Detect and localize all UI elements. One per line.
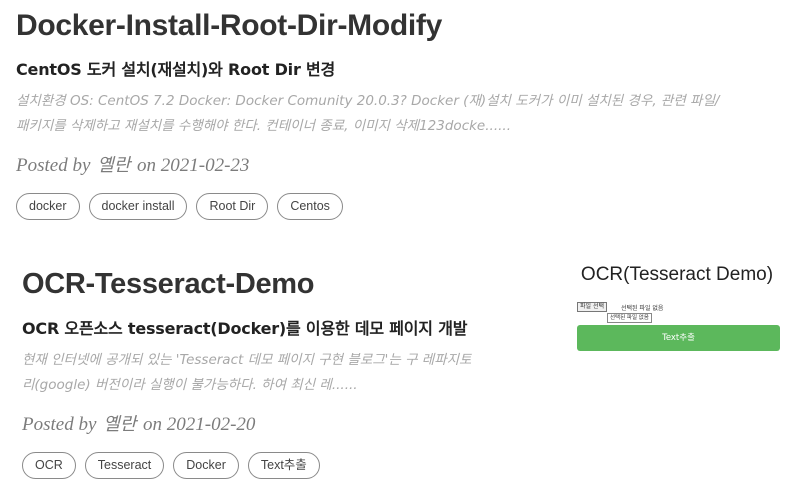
- tag-docker[interactable]: docker: [16, 193, 80, 220]
- on-label: on: [137, 155, 157, 176]
- post-title-link[interactable]: Docker-Install-Root-Dir-Modify: [16, 8, 796, 44]
- post-thumbnail[interactable]: OCR(Tesseract Demo) 파일 선택 선택된 파일 없음 선택된 …: [573, 262, 785, 357]
- post-title-link[interactable]: OCR-Tesseract-Demo: [22, 266, 567, 302]
- tag-ocr[interactable]: OCR: [22, 452, 76, 479]
- post-author[interactable]: 옐란: [95, 155, 132, 176]
- post-excerpt[interactable]: 설치환경 OS: CentOS 7.2 Docker: Docker Comun…: [16, 89, 796, 139]
- excerpt-line: 리(google) 버전이라 실행이 불가능하다. 하여 최신 레......: [22, 377, 358, 393]
- post-author[interactable]: 옐란: [101, 414, 138, 435]
- tag-list: docker docker install Root Dir Centos: [16, 193, 796, 220]
- thumbnail-title: OCR(Tesseract Demo): [580, 264, 774, 285]
- post-card: Docker-Install-Root-Dir-Modify CentOS 도커…: [16, 8, 796, 220]
- text-extract-button: Text추출: [577, 325, 780, 351]
- tag-centos[interactable]: Centos: [277, 193, 343, 220]
- post-meta: Posted by 옐란 on 2021-02-20: [22, 412, 567, 438]
- excerpt-line: 패키지를 삭제하고 재설치를 수행해야 한다. 컨테이너 종료, 이미지 삭제1…: [16, 118, 511, 134]
- post-date: 2021-02-23: [160, 155, 250, 176]
- excerpt-line: 현재 인터넷에 공개되 있는 'Tesseract 데모 페이지 구현 블로그'…: [22, 352, 472, 368]
- tag-text-extract[interactable]: Text추출: [247, 452, 320, 479]
- tag-root-dir[interactable]: Root Dir: [196, 193, 269, 220]
- tag-list: OCR Tesseract Docker Text추출: [22, 452, 567, 479]
- posted-by-label: Posted by: [22, 414, 97, 435]
- post-subtitle[interactable]: OCR 오픈소스 tesseract(Docker)를 이용한 데모 페이지 개…: [22, 318, 567, 340]
- excerpt-line: 설치환경 OS: CentOS 7.2 Docker: Docker Comun…: [16, 93, 720, 109]
- post-meta: Posted by 옐란 on 2021-02-23: [16, 153, 796, 179]
- posted-by-label: Posted by: [16, 155, 91, 176]
- tag-tesseract[interactable]: Tesseract: [84, 452, 165, 479]
- file-tooltip: 선택된 파일 없음: [607, 313, 652, 323]
- thumbnail-file-row: 파일 선택 선택된 파일 없음 선택된 파일 없음: [573, 302, 785, 324]
- file-select-button: 파일 선택: [577, 302, 607, 312]
- post-date: 2021-02-20: [166, 414, 256, 435]
- post-excerpt[interactable]: 현재 인터넷에 공개되 있는 'Tesseract 데모 페이지 구현 블로그'…: [22, 348, 567, 398]
- post-subtitle[interactable]: CentOS 도커 설치(재설치)와 Root Dir 변경: [16, 59, 796, 81]
- tag-docker-install[interactable]: docker install: [88, 193, 188, 220]
- file-status-text: 선택된 파일 없음: [621, 305, 664, 312]
- on-label: on: [143, 414, 163, 435]
- post-card: OCR-Tesseract-Demo OCR 오픈소스 tesseract(Do…: [22, 266, 567, 479]
- tag-docker[interactable]: Docker: [173, 452, 239, 479]
